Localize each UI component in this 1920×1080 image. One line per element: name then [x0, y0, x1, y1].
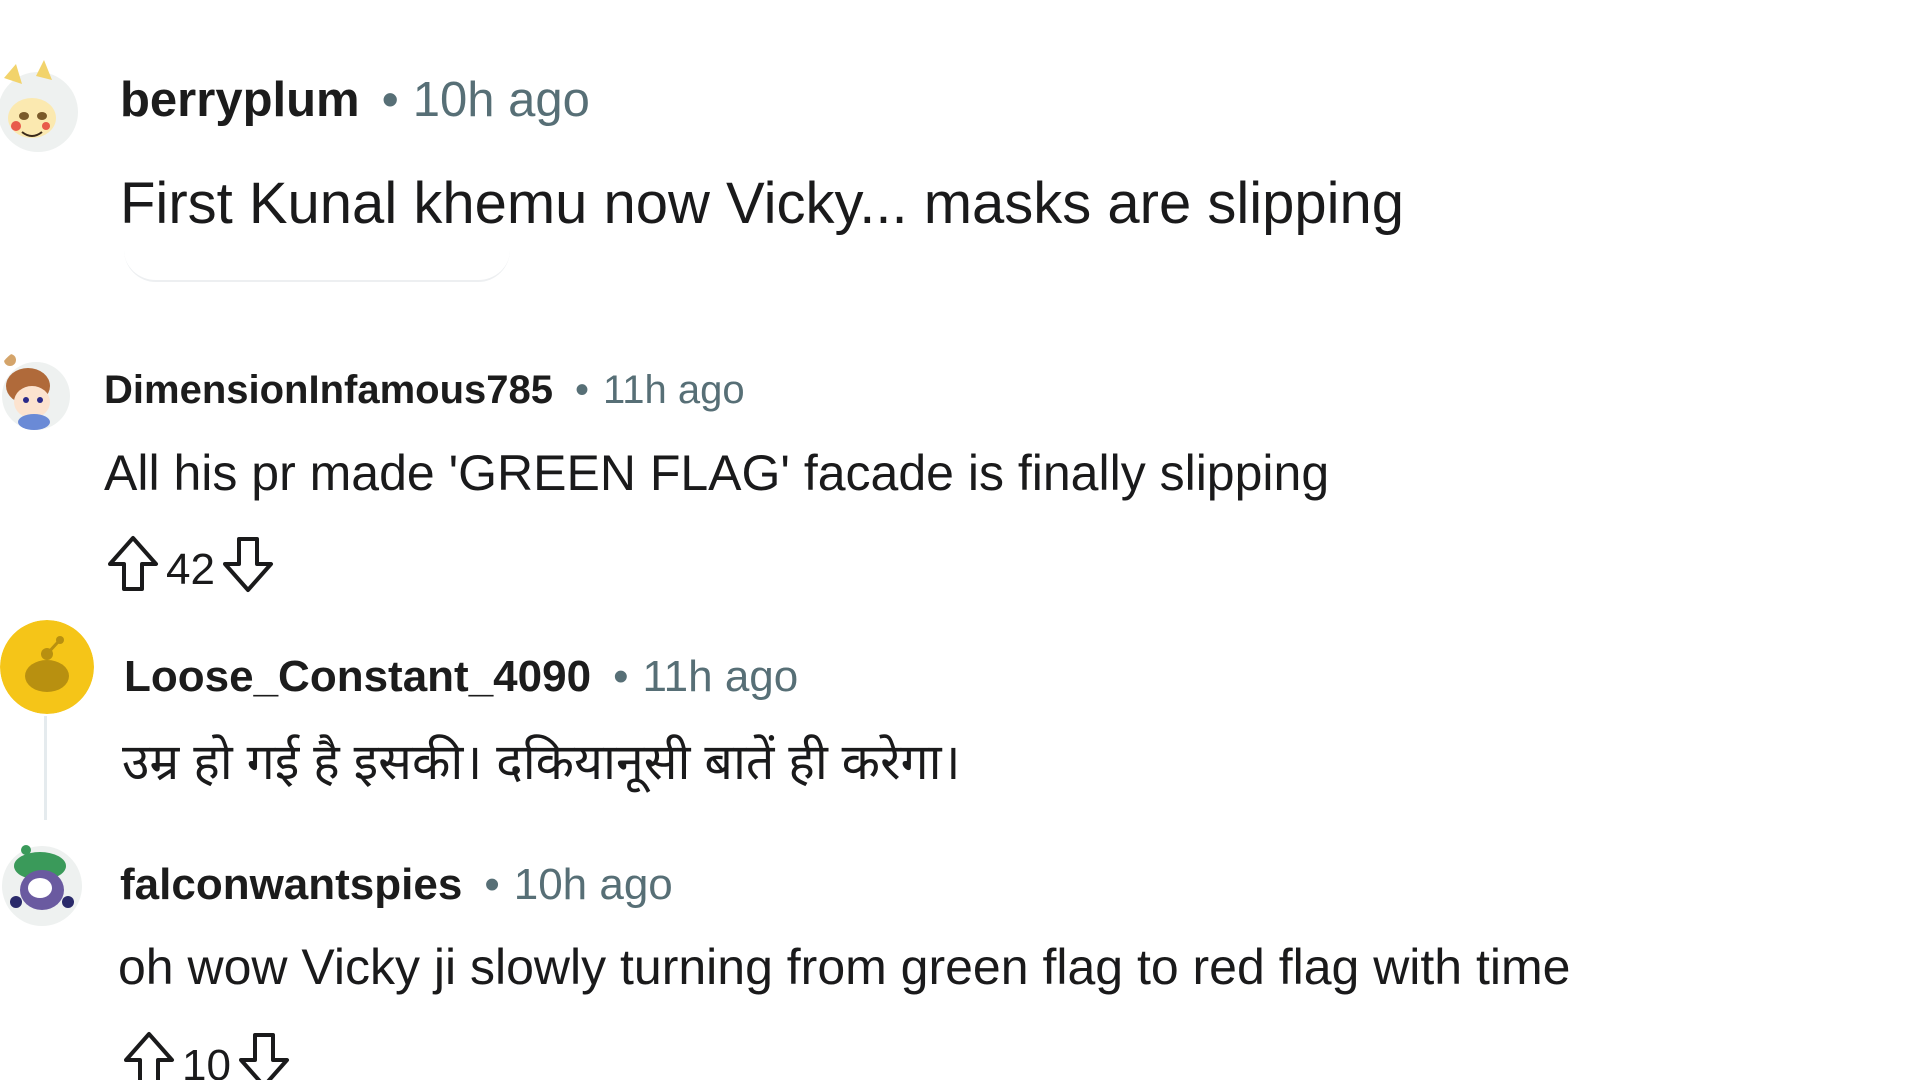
comment-thread: berryplum • 10h ago First Kunal khemu no…: [0, 0, 1920, 1080]
upvote-icon[interactable]: [104, 534, 162, 605]
avatar-falconwantspies[interactable]: [0, 836, 88, 928]
snoo-avatar-icon: [2, 354, 70, 430]
username[interactable]: berryplum: [120, 72, 360, 128]
comment-body: All his pr made 'GREEN FLAG' facade is f…: [104, 445, 1330, 501]
avatar-loose-constant-4090[interactable]: [0, 620, 94, 714]
username[interactable]: Loose_Constant_4090: [124, 652, 591, 702]
avatar-dimensioninfamous785[interactable]: [0, 346, 76, 432]
downvote-icon[interactable]: [235, 1030, 293, 1080]
username[interactable]: DimensionInfamous785: [104, 368, 553, 413]
timestamp[interactable]: 10h ago: [413, 72, 590, 128]
snoo-avatar-icon: [0, 620, 94, 714]
snoo-avatar-icon: [0, 60, 78, 152]
upvote-icon[interactable]: [120, 1030, 178, 1080]
meta-separator: •: [381, 73, 399, 127]
downvote-icon[interactable]: [219, 534, 277, 605]
comment-divider: [124, 250, 510, 282]
comment-meta: berryplum • 10h ago: [120, 72, 590, 128]
avatar-berryplum[interactable]: [0, 56, 84, 156]
meta-separator: •: [484, 860, 500, 909]
vote-bar: 42: [104, 534, 277, 605]
comment-meta: falconwantspies • 10h ago: [120, 860, 673, 910]
timestamp[interactable]: 10h ago: [514, 860, 673, 910]
meta-separator: •: [575, 368, 590, 412]
meta-separator: •: [613, 652, 629, 701]
comment-meta: Loose_Constant_4090 • 11h ago: [124, 652, 798, 702]
comment-meta: DimensionInfamous785 • 11h ago: [104, 368, 745, 413]
username[interactable]: falconwantspies: [120, 860, 462, 910]
timestamp[interactable]: 11h ago: [642, 652, 798, 702]
vote-score: 42: [166, 544, 215, 594]
comment-body: उम्र हो गई है इसकी। दकियानूसी बातें ही क…: [122, 734, 961, 790]
vote-score: 10: [182, 1040, 231, 1080]
thread-line[interactable]: [44, 716, 47, 820]
timestamp[interactable]: 11h ago: [603, 368, 745, 413]
comment-body: oh wow Vicky ji slowly turning from gree…: [118, 939, 1571, 995]
snoo-avatar-icon: [2, 845, 82, 926]
vote-bar: 10: [120, 1030, 293, 1080]
comment-body: First Kunal khemu now Vicky... masks are…: [120, 171, 1405, 236]
